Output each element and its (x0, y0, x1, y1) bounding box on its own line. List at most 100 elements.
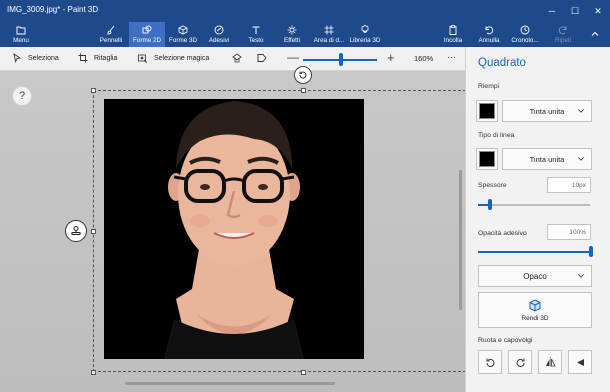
menu-button[interactable]: Menu (4, 22, 38, 47)
menu-label: Menu (13, 37, 29, 44)
chevron-down-icon (577, 157, 585, 161)
canvas-icon (324, 25, 334, 35)
selection-box[interactable] (93, 90, 466, 372)
magic-select-tool[interactable]: Selezione magica (138, 53, 209, 63)
flip-horizontal-icon (545, 357, 556, 367)
ribbon: Menu Pennelli Forme 2D Forme 3D Adesivi … (0, 22, 610, 47)
rotate-handle[interactable] (294, 66, 312, 84)
opacity-slider-fill (478, 251, 590, 253)
tool-3d-library[interactable]: Libreria 3D (347, 22, 383, 47)
tool-label: Forme 3D (169, 37, 197, 44)
tool-label: Libreria 3D (349, 37, 381, 44)
rotate-left-icon (486, 358, 494, 367)
select-tool[interactable]: Seleziona (12, 53, 59, 63)
line-type-dropdown[interactable]: Tinta unita (502, 148, 592, 170)
select-label: Seleziona (28, 54, 59, 62)
thickness-slider[interactable] (478, 204, 590, 206)
tool-label: Testo (248, 37, 264, 44)
chevron-up-icon (591, 31, 599, 36)
paste-label: Incolla (443, 37, 463, 44)
thickness-label: Spessore (478, 182, 507, 189)
opacity-slider[interactable] (478, 251, 590, 253)
fill-type-value: Tinta unita (529, 106, 565, 116)
resize-handle[interactable] (301, 370, 306, 375)
cursor-icon (13, 53, 22, 63)
opacity-slider-thumb[interactable] (589, 246, 593, 257)
shape-tag-tool[interactable] (257, 53, 267, 63)
rotate-left-button[interactable] (478, 350, 502, 374)
crop-icon (78, 53, 88, 63)
undo-button[interactable]: Annulla (475, 22, 503, 47)
close-button[interactable]: ✕ (587, 0, 609, 22)
line-type-value: Tinta unita (529, 154, 565, 164)
sticker-icon (214, 25, 224, 35)
fill-color-swatch[interactable] (479, 103, 495, 119)
resize-handle[interactable] (301, 88, 306, 93)
finish-dropdown[interactable]: Opaco (478, 265, 592, 287)
line-color-swatch[interactable] (479, 151, 495, 167)
resize-handle[interactable] (91, 370, 96, 375)
tool-canvas[interactable]: Area di d... (311, 22, 347, 47)
opacity-label: Opacità adesivo (478, 230, 527, 237)
tool-stickers[interactable]: Adesivi (203, 22, 235, 47)
finish-value: Opaco (523, 271, 547, 281)
collapse-ribbon-button[interactable] (585, 22, 605, 47)
fill-type-dropdown[interactable]: Tinta unita (502, 100, 592, 122)
effects-icon (287, 25, 297, 35)
history-label: Cronolo... (511, 37, 539, 44)
chevron-down-icon (577, 109, 585, 113)
crop-tool[interactable]: Ritaglia (78, 53, 117, 63)
window-title: IMG_3009.jpg* - Paint 3D (7, 5, 99, 14)
tool-shapes-2d[interactable]: Forme 2D (129, 22, 165, 47)
tool-label: Pennelli (99, 37, 123, 44)
tool-label: Effetti (284, 37, 300, 44)
redo-button[interactable]: Ripeti (550, 22, 576, 47)
rotate-right-icon (516, 358, 524, 367)
horizontal-scrollbar[interactable] (125, 382, 335, 385)
minimize-button[interactable]: ─ (541, 0, 563, 22)
tool-effects[interactable]: Effetti (276, 22, 308, 47)
rotate-right-button[interactable] (508, 350, 532, 374)
redo-icon (558, 26, 567, 35)
tool-label: Forme 2D (133, 37, 161, 44)
brush-icon (107, 25, 115, 35)
tag-icon (257, 54, 267, 62)
line-type-label: Tipo di linea (478, 132, 515, 139)
resize-handle[interactable] (91, 88, 96, 93)
shapes-2d-icon (142, 25, 152, 34)
cube-icon (529, 298, 541, 312)
tool-text[interactable]: Testo (240, 22, 272, 47)
flip-vertical-icon (576, 358, 584, 366)
stamp-button[interactable] (65, 220, 87, 242)
crop-label: Ritaglia (94, 54, 118, 62)
properties-panel: Quadrato Riempi Tinta unita Tipo di line… (465, 47, 610, 392)
make-3d-label: Rendi 3D (521, 314, 549, 322)
tool-shapes-3d[interactable]: Forme 3D (166, 22, 200, 47)
undo-label: Annulla (478, 37, 500, 44)
help-button[interactable]: ? (12, 86, 32, 106)
chevron-down-icon (577, 274, 585, 278)
zoom-out-button[interactable]: — (287, 50, 299, 64)
fill-label: Riempi (478, 83, 500, 90)
tool-label: Area di d... (313, 37, 345, 44)
paste-button[interactable]: Incolla (440, 22, 466, 47)
tool-brushes[interactable]: Pennelli (95, 22, 127, 47)
more-options-button[interactable]: ··· (447, 52, 456, 62)
opacity-input[interactable]: 100% (547, 224, 591, 240)
flip-horizontal-button[interactable] (538, 350, 562, 374)
vertical-scrollbar[interactable] (459, 170, 462, 310)
thickness-slider-thumb[interactable] (488, 199, 492, 210)
title-bar: IMG_3009.jpg* - Paint 3D ─ ☐ ✕ (0, 0, 610, 22)
history-button[interactable]: Cronolo... (510, 22, 540, 47)
redo-label: Ripeti (554, 37, 572, 44)
maximize-button[interactable]: ☐ (564, 0, 586, 22)
flip-vertical-button[interactable] (568, 350, 592, 374)
thickness-input[interactable]: 10px (547, 177, 591, 193)
magic-select-label: Selezione magica (154, 54, 210, 62)
resize-handle[interactable] (91, 229, 96, 234)
make-3d-button[interactable]: Rendi 3D (478, 292, 592, 328)
stamp-icon (71, 226, 81, 235)
zoom-in-button[interactable]: + (387, 50, 395, 65)
zoom-slider-thumb[interactable] (339, 53, 343, 66)
sticker-stamp-tool[interactable] (232, 53, 242, 63)
